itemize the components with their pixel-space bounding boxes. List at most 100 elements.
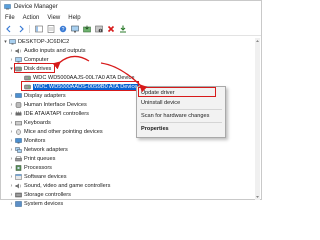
storage-icon xyxy=(15,192,22,198)
toolbar-separator xyxy=(29,25,30,33)
help-button[interactable]: ? xyxy=(58,25,67,34)
window-title: Device Manager xyxy=(14,4,58,10)
tree-item-label: Software devices xyxy=(24,174,67,180)
disable-device-button[interactable] xyxy=(94,25,103,34)
tree-item-label: Keyboards xyxy=(24,120,51,126)
expand-toggle[interactable]: › xyxy=(9,147,14,153)
monitor-scan-icon xyxy=(70,25,79,33)
tree-item-disk-2[interactable]: WDC WD5000AADS-00S9B0 ATA Device xyxy=(23,83,139,91)
back-arrow-icon xyxy=(5,25,10,33)
tree-item-label: Sound, video and game controllers xyxy=(24,183,111,189)
svg-text:?: ? xyxy=(61,27,64,33)
expand-toggle[interactable]: › xyxy=(9,93,14,99)
tree-item-software[interactable]: › Software devices xyxy=(9,173,67,181)
tree-item-processors[interactable]: › Processors xyxy=(9,164,52,172)
device-manager-window: Device Manager File Action View Help ? ▾… xyxy=(0,0,262,207)
collapse-toggle[interactable]: ▾ xyxy=(9,66,14,72)
properties-button[interactable] xyxy=(46,25,55,34)
toolbar: ? xyxy=(1,23,261,36)
sound-icon xyxy=(15,183,21,189)
tree-item-label: WDC WD5000AADS-00S9B0 ATA Device xyxy=(33,84,139,90)
tree-item-disk-drives[interactable]: ▾ Disk drives xyxy=(9,65,51,73)
tree-item-computer[interactable]: › Computer xyxy=(9,56,49,64)
tree-root[interactable]: ▾ DESKTOP-JC6DIC2 xyxy=(3,38,69,46)
context-menu: Update driver Uninstall device Scan for … xyxy=(136,86,226,138)
disk-icon xyxy=(15,66,22,72)
tree-item-label: Audio inputs and outputs xyxy=(24,48,86,54)
tree-item-label: Network adapters xyxy=(24,147,68,153)
tree-item-audio[interactable]: › Audio inputs and outputs xyxy=(9,47,86,55)
arrow-to-disk-drives xyxy=(52,55,90,70)
tree-item-print-queues[interactable]: › Print queues xyxy=(9,155,56,163)
uninstall-device-menu-item[interactable]: Uninstall device xyxy=(141,100,180,106)
collapse-toggle[interactable]: ▾ xyxy=(3,39,8,45)
tree-item-display[interactable]: › Display adapters xyxy=(9,92,66,100)
tree-item-monitors[interactable]: › Monitors xyxy=(9,137,46,145)
expand-toggle[interactable]: › xyxy=(9,138,14,144)
download-icon xyxy=(119,25,126,33)
tree-item-ide[interactable]: › IDE ATA/ATAPI controllers xyxy=(9,110,89,118)
expand-toggle[interactable]: › xyxy=(9,57,14,63)
computer-icon xyxy=(9,39,16,45)
expand-toggle[interactable]: › xyxy=(9,120,14,126)
expand-toggle[interactable]: › xyxy=(9,183,14,189)
tree-item-mice[interactable]: › Mice and other pointing devices xyxy=(9,128,103,136)
tree-item-storage[interactable]: › Storage controllers xyxy=(9,191,71,199)
tree-item-label: Print queues xyxy=(24,156,56,162)
tree-item-sound[interactable]: › Sound, video and game controllers xyxy=(9,182,111,190)
tree-item-keyboards[interactable]: › Keyboards xyxy=(9,119,51,127)
menu-file[interactable]: File xyxy=(5,15,15,21)
tree-item-disk-1[interactable]: WDC WD5000AAJS-00L7A0 ATA Device xyxy=(23,74,134,82)
scrollbar[interactable] xyxy=(255,38,260,200)
tree-item-label: WDC WD5000AAJS-00L7A0 ATA Device xyxy=(33,75,135,81)
tree-root-label: DESKTOP-JC6DIC2 xyxy=(18,39,70,45)
tree-item-label: Monitors xyxy=(24,138,46,144)
expand-toggle[interactable]: › xyxy=(9,174,14,180)
expand-toggle[interactable]: › xyxy=(9,111,14,117)
forward-button[interactable] xyxy=(16,25,25,34)
menu-action[interactable]: Action xyxy=(23,15,40,21)
expand-toggle[interactable]: › xyxy=(9,165,14,171)
expand-toggle[interactable]: › xyxy=(9,129,14,135)
menu-separator xyxy=(140,122,222,123)
printer-icon xyxy=(15,156,22,162)
processor-icon xyxy=(15,165,22,171)
properties-menu-item[interactable]: Properties xyxy=(141,126,169,132)
expand-toggle[interactable]: › xyxy=(9,201,14,207)
scan-hardware-menu-item[interactable]: Scan for hardware changes xyxy=(141,113,209,119)
tree-item-label: Display adapters xyxy=(24,93,66,99)
expand-toggle[interactable]: › xyxy=(9,48,14,54)
speaker-icon xyxy=(15,48,21,54)
title-bar: Device Manager xyxy=(1,1,261,13)
show-hide-tree-button[interactable] xyxy=(34,25,43,34)
menu-view[interactable]: View xyxy=(47,15,60,21)
tree-view-icon xyxy=(34,25,43,33)
device-manager-icon xyxy=(4,4,11,10)
tree-item-label: Storage controllers xyxy=(24,192,71,198)
properties-icon xyxy=(47,25,54,33)
tree-item-network[interactable]: › Network adapters xyxy=(9,146,68,154)
expand-toggle[interactable]: › xyxy=(9,156,14,162)
tree-item-label: System devices xyxy=(24,201,64,207)
update-driver-menu-item[interactable]: Update driver xyxy=(141,90,175,96)
add-legacy-hardware-button[interactable] xyxy=(118,25,127,34)
tree-item-system[interactable]: › System devices xyxy=(9,200,64,208)
expand-toggle[interactable]: › xyxy=(9,102,14,108)
menu-help[interactable]: Help xyxy=(68,15,80,21)
tree-item-label: Disk drives xyxy=(24,66,52,72)
tree-item-hid[interactable]: › Human Interface Devices xyxy=(9,101,87,109)
help-icon: ? xyxy=(59,25,66,33)
back-button[interactable] xyxy=(4,25,13,34)
scan-hardware-button[interactable] xyxy=(70,25,79,34)
update-driver-button[interactable] xyxy=(82,25,91,34)
tree-item-label: Processors xyxy=(24,165,52,171)
system-icon xyxy=(15,201,22,207)
keyboard-icon xyxy=(15,121,22,126)
hid-icon xyxy=(15,102,22,108)
disk-icon xyxy=(24,84,31,90)
expand-toggle[interactable]: › xyxy=(9,192,14,198)
uninstall-device-button[interactable] xyxy=(106,25,115,34)
mouse-icon xyxy=(16,129,21,135)
menu-separator xyxy=(140,109,222,110)
display-icon xyxy=(15,93,22,98)
